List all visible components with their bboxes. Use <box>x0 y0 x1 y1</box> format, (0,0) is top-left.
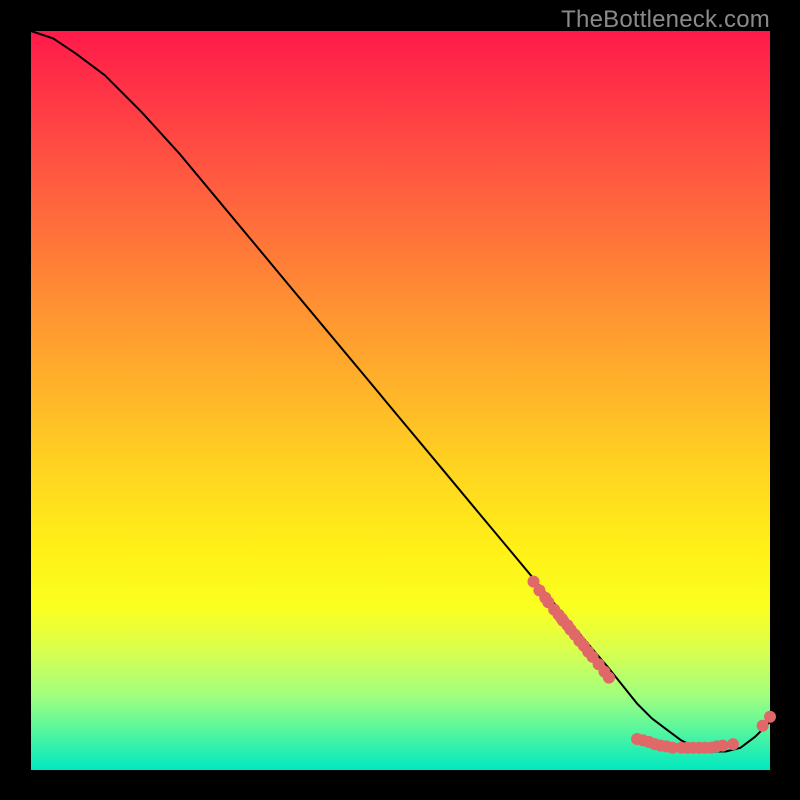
data-marker <box>764 711 776 723</box>
watermark-text: TheBottleneck.com <box>561 6 770 34</box>
chart-container: TheBottleneck.com <box>0 0 800 800</box>
data-marker <box>717 740 729 752</box>
data-marker <box>603 672 615 684</box>
bottleneck-curve-line <box>31 31 770 752</box>
data-markers-group <box>528 576 777 754</box>
chart-overlay <box>31 31 770 770</box>
data-marker <box>562 619 574 631</box>
data-marker <box>727 738 739 750</box>
